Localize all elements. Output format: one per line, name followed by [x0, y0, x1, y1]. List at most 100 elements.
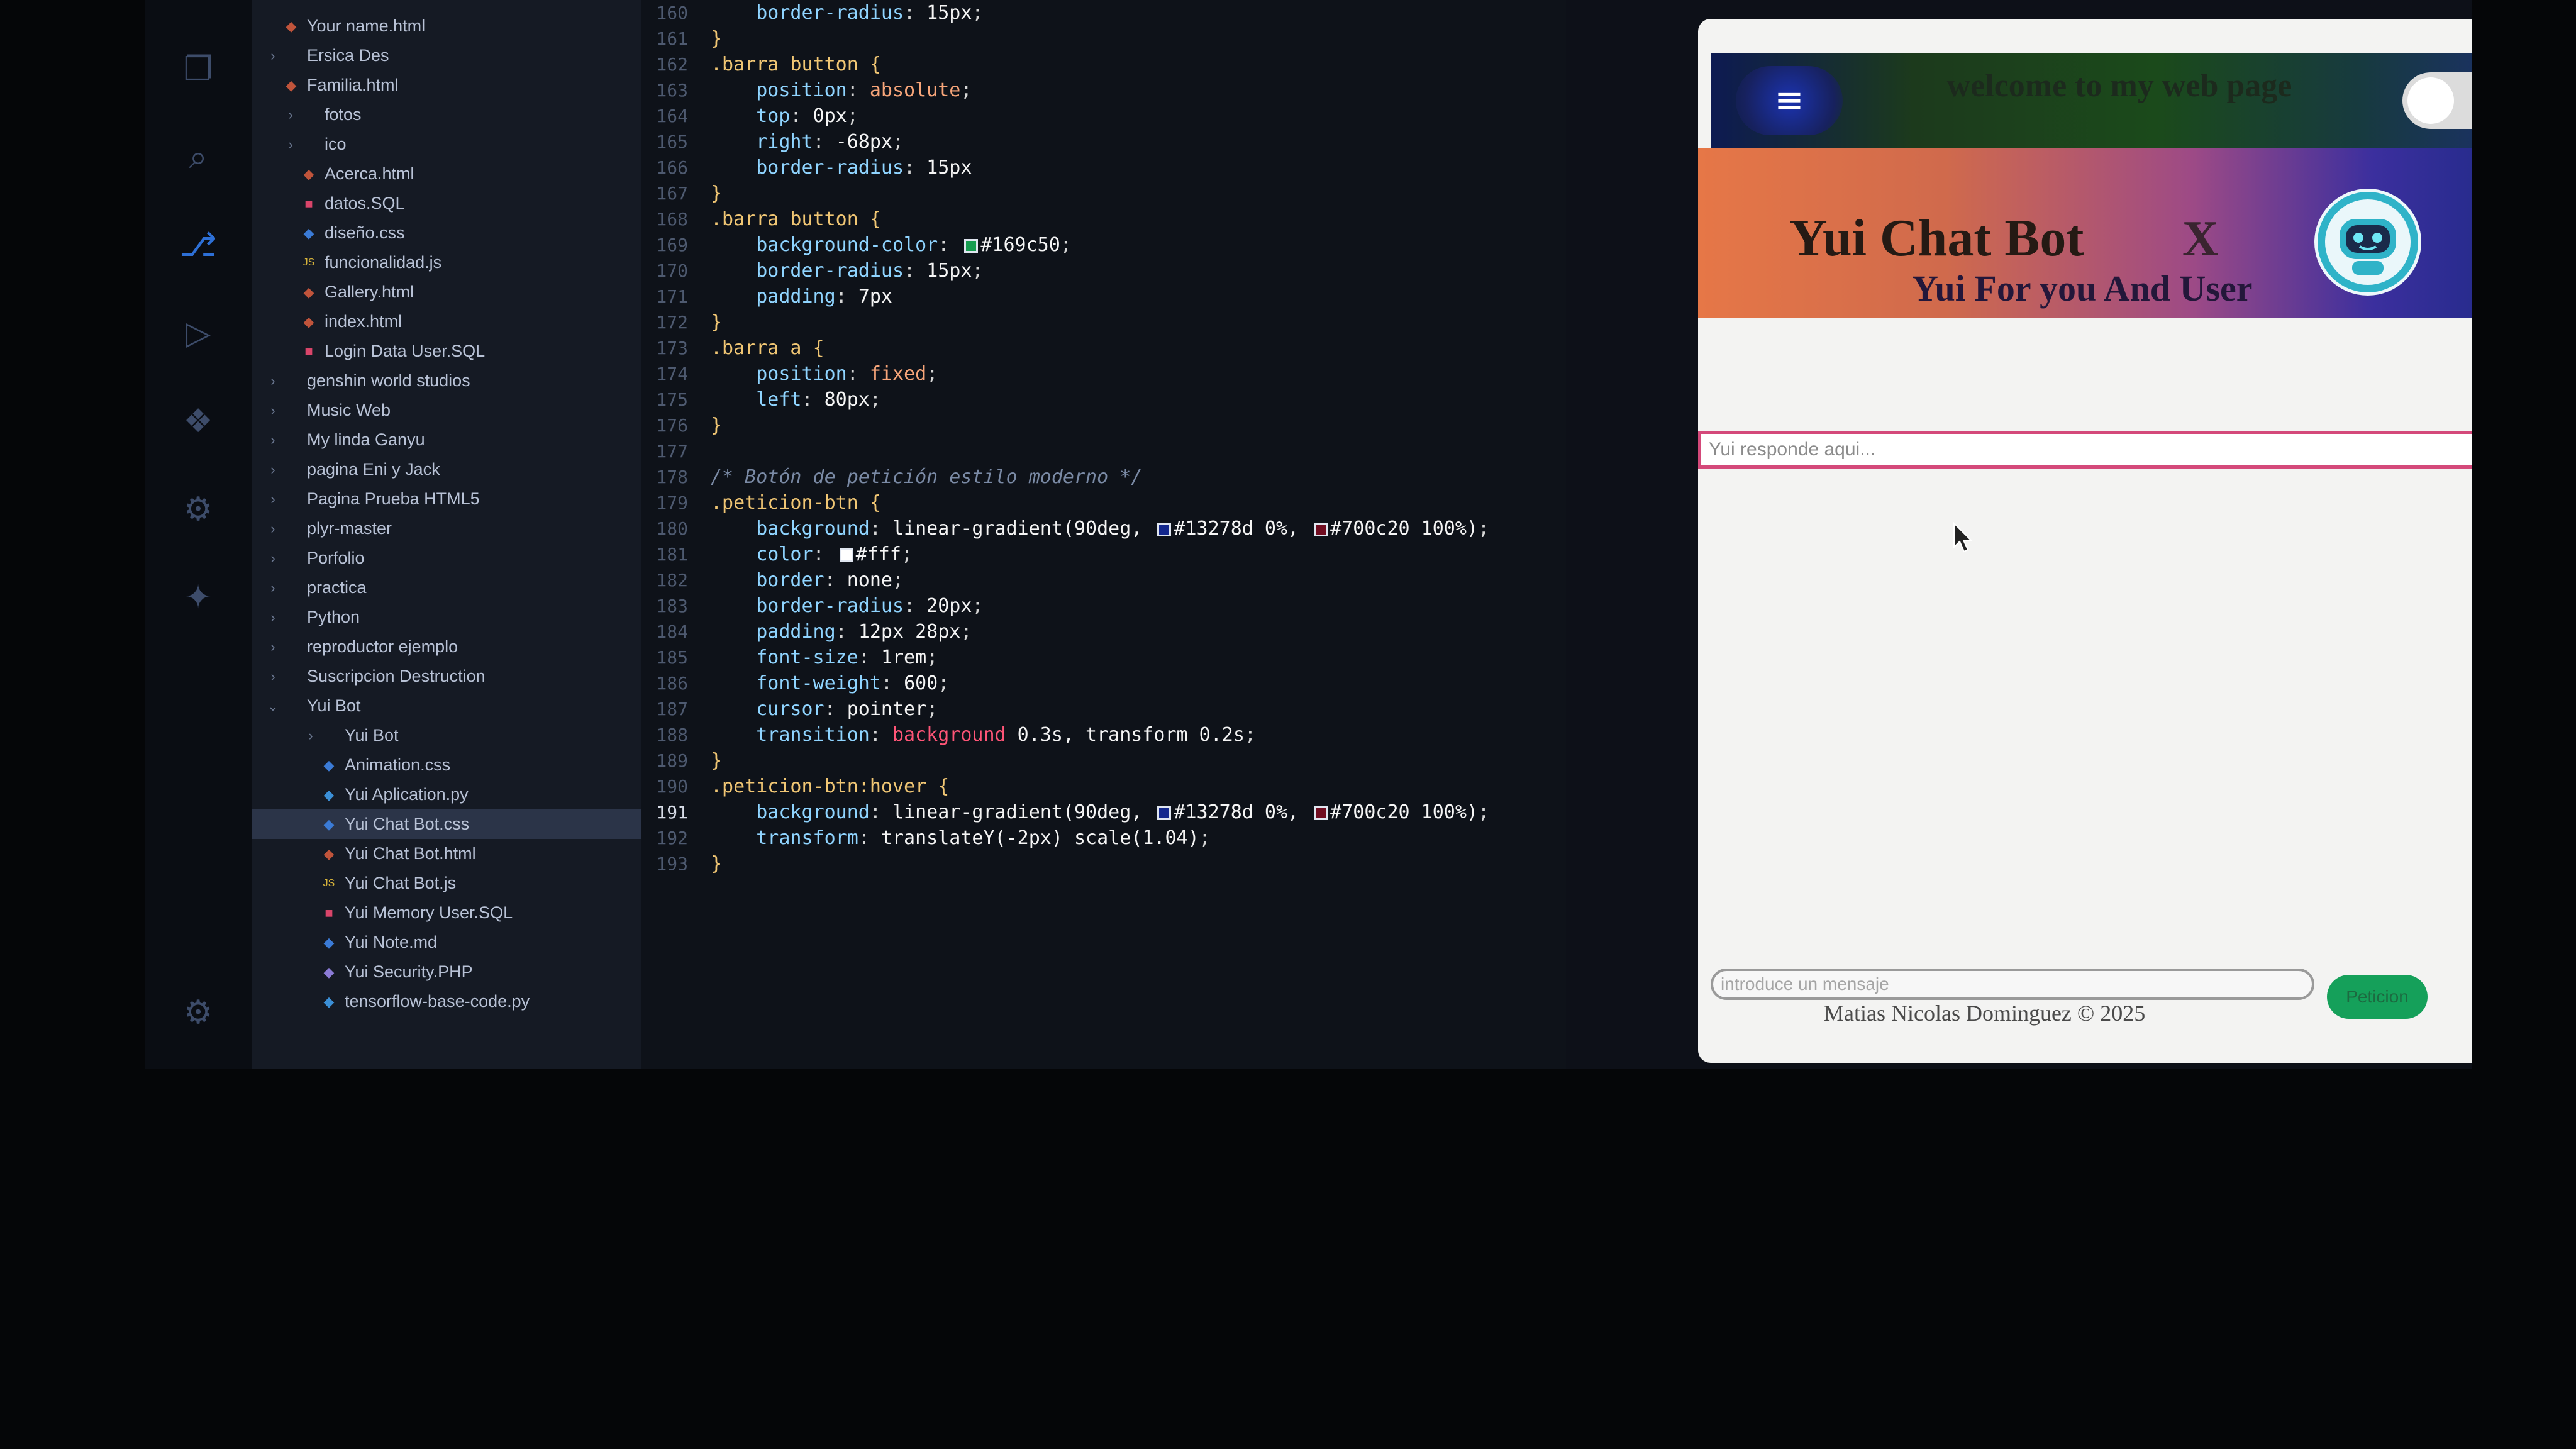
- tree-item[interactable]: ⌄ Yui Bot: [252, 691, 641, 721]
- code-line[interactable]: 188 transition: background 0.3s, transfo…: [641, 722, 1566, 748]
- line-number: 167: [656, 183, 688, 204]
- color-swatch-icon[interactable]: [1314, 523, 1328, 536]
- tree-item[interactable]: › genshin world studios: [252, 366, 641, 396]
- tree-item[interactable]: ◆ index.html: [252, 307, 641, 336]
- tree-item[interactable]: › Pagina Prueba HTML5: [252, 484, 641, 514]
- color-swatch-icon[interactable]: [839, 548, 853, 562]
- tree-item[interactable]: › practica: [252, 573, 641, 602]
- code-line[interactable]: 187 cursor: pointer;: [641, 696, 1566, 722]
- code-line[interactable]: 184 padding: 12px 28px;: [641, 619, 1566, 645]
- code-line[interactable]: 185 font-size: 1rem;: [641, 645, 1566, 670]
- tree-item[interactable]: › reproductor ejemplo: [252, 632, 641, 662]
- tree-item[interactable]: › Music Web: [252, 396, 641, 425]
- tree-item[interactable]: ◆ diseño.css: [252, 218, 641, 248]
- tree-item[interactable]: ◆ Yui Chat Bot.css: [252, 809, 641, 839]
- tree-item[interactable]: › plyr-master: [252, 514, 641, 543]
- search-icon[interactable]: ⌕: [179, 138, 217, 176]
- color-swatch-icon[interactable]: [964, 239, 979, 253]
- tree-item[interactable]: ◆ Familia.html: [252, 70, 641, 100]
- code-line[interactable]: 172}: [641, 309, 1566, 335]
- settings-gear-icon[interactable]: ⚙: [179, 994, 217, 1031]
- tree-item[interactable]: ■ Yui Memory User.SQL: [252, 898, 641, 928]
- color-swatch-icon[interactable]: [1157, 806, 1172, 820]
- code-line[interactable]: 161}: [641, 26, 1566, 52]
- code-line[interactable]: 165 right: -68px;: [641, 129, 1566, 155]
- code-line[interactable]: 167}: [641, 180, 1566, 206]
- tree-item[interactable]: › pagina Eni y Jack: [252, 455, 641, 484]
- code-token: .barra a: [711, 337, 813, 359]
- line-number: 173: [656, 338, 688, 358]
- code-line[interactable]: 171 padding: 7px: [641, 284, 1566, 309]
- close-button[interactable]: X: [2182, 211, 2219, 268]
- source-control-icon[interactable]: ⎇: [179, 226, 217, 264]
- copilot-icon[interactable]: ✦: [179, 579, 217, 616]
- code-token: right: [711, 131, 813, 153]
- code-line[interactable]: 190 .peticion-btn:hover {: [641, 774, 1566, 799]
- tree-item[interactable]: › My linda Ganyu: [252, 425, 641, 455]
- code-line[interactable]: 168 .barra button {: [641, 206, 1566, 232]
- python-icon[interactable]: ❖: [179, 402, 217, 440]
- code-line[interactable]: 178 /* Botón de petición estilo moderno *…: [641, 464, 1566, 490]
- code-line[interactable]: 176}: [641, 413, 1566, 438]
- tree-item[interactable]: › ico: [252, 130, 641, 159]
- tree-item[interactable]: › fotos: [252, 100, 641, 130]
- tree-item[interactable]: › Yui Bot: [252, 721, 641, 750]
- code-line[interactable]: 162 .barra button {: [641, 52, 1566, 77]
- code-line[interactable]: 191 background: linear-gradient(90deg, #…: [641, 799, 1566, 825]
- tree-item[interactable]: JS Yui Chat Bot.js: [252, 869, 641, 898]
- code-line[interactable]: 169 background-color: #169c50;: [641, 232, 1566, 258]
- bot-response-field[interactable]: Yui responde aqui...: [1698, 431, 2472, 469]
- code-line[interactable]: 186 font-weight: 600;: [641, 670, 1566, 696]
- code-line[interactable]: 193}: [641, 851, 1566, 877]
- tree-item[interactable]: ◆ Yui Note.md: [252, 928, 641, 957]
- tree-item[interactable]: ◆ Gallery.html: [252, 277, 641, 307]
- remote-explorer-icon[interactable]: ⚙: [179, 491, 217, 528]
- tree-item[interactable]: ◆ Yui Aplication.py: [252, 780, 641, 809]
- tree-item[interactable]: › Python: [252, 602, 641, 632]
- color-swatch-icon[interactable]: [1314, 806, 1328, 820]
- chevron-down-icon: ⌄: [267, 698, 279, 714]
- database-icon: ■: [304, 196, 313, 211]
- tree-item[interactable]: JS funcionalidad.js: [252, 248, 641, 277]
- code-line[interactable]: 164 top: 0px;: [641, 103, 1566, 129]
- code-line[interactable]: 189}: [641, 748, 1566, 774]
- tree-item[interactable]: › Ersica Des: [252, 41, 641, 70]
- code-line[interactable]: 179 .peticion-btn {: [641, 490, 1566, 516]
- send-request-button[interactable]: Peticion: [2327, 975, 2428, 1019]
- chevron-right-icon: ›: [270, 580, 275, 596]
- tree-item[interactable]: ◆ Animation.css: [252, 750, 641, 780]
- hamburger-menu-icon[interactable]: ≡: [1736, 66, 1843, 135]
- tree-item[interactable]: ◆ Yui Chat Bot.html: [252, 839, 641, 869]
- run-debug-icon[interactable]: ▷: [179, 314, 217, 352]
- message-input[interactable]: introduce un mensaje: [1711, 969, 2314, 1000]
- code-line[interactable]: 174 position: fixed;: [641, 361, 1566, 387]
- code-line[interactable]: 192 transform: translateY(-2px) scale(1.…: [641, 825, 1566, 851]
- code-line[interactable]: 160 border-radius: 15px;: [641, 0, 1566, 26]
- tree-item[interactable]: ◆ tensorflow-base-code.py: [252, 987, 641, 1016]
- chevron-right-icon: ›: [270, 521, 275, 536]
- theme-toggle[interactable]: [2402, 72, 2472, 129]
- tree-item[interactable]: › Suscripcion Destruction: [252, 662, 641, 691]
- code-line[interactable]: 166 border-radius: 15px: [641, 155, 1566, 180]
- tree-item[interactable]: › Porfolio: [252, 543, 641, 573]
- tree-item[interactable]: ■ Login Data User.SQL: [252, 336, 641, 366]
- code-line[interactable]: 181 color: #fff;: [641, 541, 1566, 567]
- tree-item[interactable]: ◆ Yui Security.PHP: [252, 957, 641, 987]
- code-line[interactable]: 183 border-radius: 20px;: [641, 593, 1566, 619]
- code-line[interactable]: 173 .barra a {: [641, 335, 1566, 361]
- tree-item[interactable]: ◆ Acerca.html: [252, 159, 641, 189]
- tree-item[interactable]: ◆ Your name.html: [252, 11, 641, 41]
- tree-item-label: reproductor ejemplo: [307, 637, 458, 656]
- code-line[interactable]: 180 background: linear-gradient(90deg, #…: [641, 516, 1566, 541]
- code-line[interactable]: 175 left: 80px;: [641, 387, 1566, 413]
- color-swatch-icon[interactable]: [1157, 523, 1172, 536]
- tree-item-label: tensorflow-base-code.py: [345, 992, 530, 1011]
- explorer-icon[interactable]: ❐: [179, 50, 217, 88]
- code-line[interactable]: 177: [641, 438, 1566, 464]
- code-line[interactable]: 182 border: none;: [641, 567, 1566, 593]
- code-line[interactable]: 163 position: absolute;: [641, 77, 1566, 103]
- code-token: position: [711, 363, 847, 385]
- code-editor[interactable]: 160 border-radius: 15px; 161} 162 .barra bu…: [641, 0, 1566, 1069]
- code-line[interactable]: 170 border-radius: 15px;: [641, 258, 1566, 284]
- tree-item[interactable]: ■ datos.SQL: [252, 189, 641, 218]
